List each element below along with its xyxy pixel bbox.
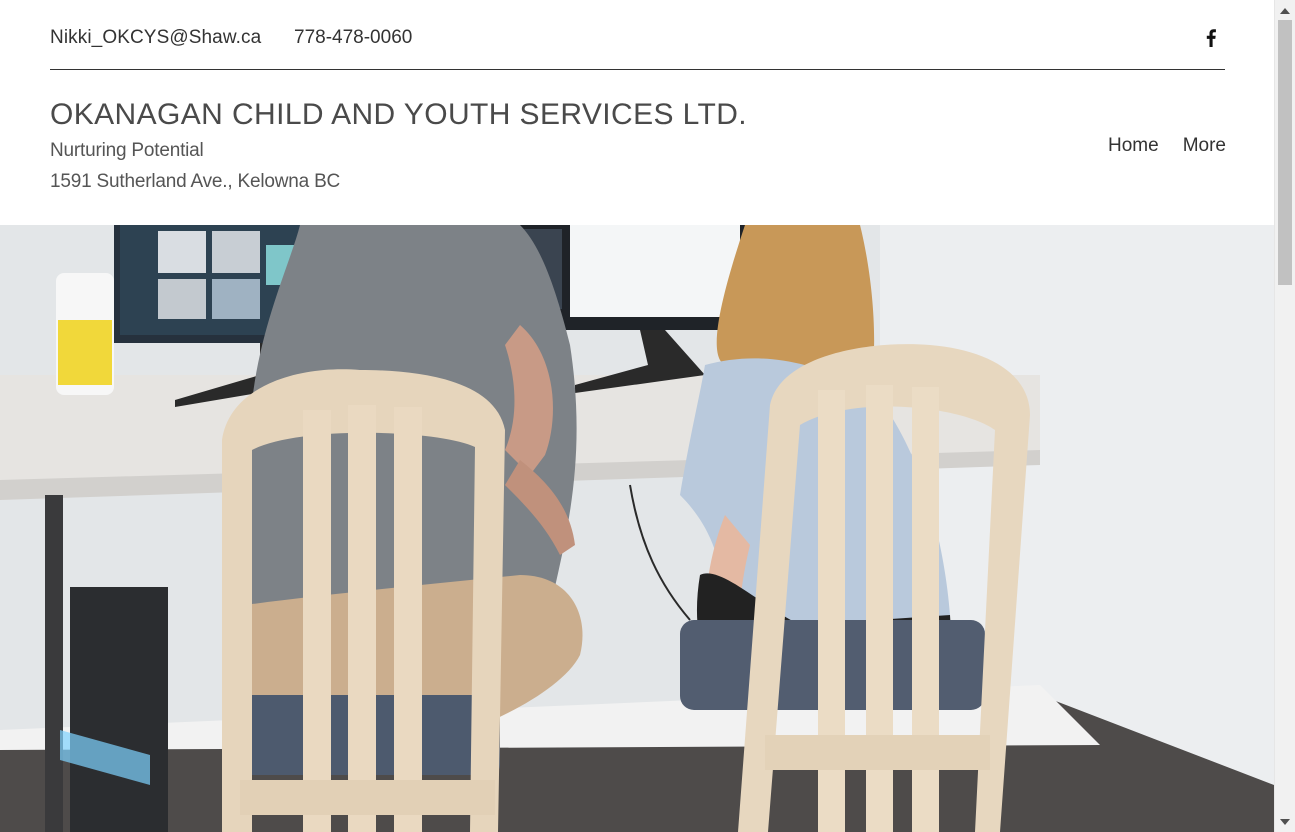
email-link[interactable]: Nikki_OKCYS@Shaw.ca — [50, 27, 261, 49]
scroll-up-arrow-icon[interactable] — [1275, 2, 1295, 19]
nav-item-home[interactable]: Home — [1108, 135, 1159, 157]
page: Nikki_OKCYS@Shaw.ca 778-478-0060 OKANAGA… — [0, 0, 1274, 832]
tagline: Nurturing Potential — [50, 140, 204, 161]
hero-photo-scene — [0, 225, 1274, 832]
hero-image — [0, 225, 1274, 832]
main-nav: Home More — [1108, 135, 1226, 157]
nav-item-more[interactable]: More — [1183, 135, 1226, 157]
scroll-down-arrow-icon[interactable] — [1275, 813, 1295, 830]
facebook-icon — [1206, 29, 1216, 47]
address: 1591 Sutherland Ave., Kelowna BC — [50, 171, 341, 192]
scrollbar-thumb[interactable] — [1278, 20, 1292, 285]
vertical-scrollbar[interactable] — [1274, 0, 1295, 832]
facebook-link[interactable] — [1199, 26, 1223, 50]
phone-link[interactable]: 778-478-0060 — [294, 27, 412, 49]
contact-bar: Nikki_OKCYS@Shaw.ca 778-478-0060 — [50, 0, 1225, 70]
site-title: OKANAGAN CHILD AND YOUTH SERVICES LTD. — [50, 98, 748, 131]
